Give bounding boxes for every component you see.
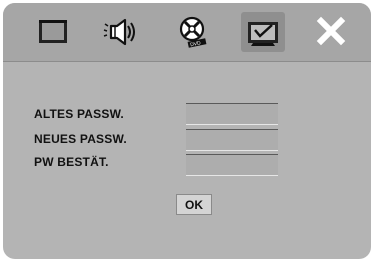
confirm-password-field[interactable] [186, 154, 278, 176]
display-icon [39, 20, 67, 43]
disc-icon: DVD [179, 16, 207, 48]
menu-bar: DVD [3, 3, 371, 62]
tab-close[interactable] [309, 12, 353, 52]
speaker-icon [103, 18, 135, 46]
tab-display[interactable] [31, 12, 75, 52]
tab-audio[interactable] [98, 12, 142, 52]
close-icon [316, 16, 346, 46]
ok-button[interactable]: OK [176, 194, 212, 215]
new-password-label: NEUES PASSW. [34, 132, 127, 146]
preferences-icon [248, 22, 278, 46]
password-dialog: DVD ALTES PASSW. NEUES PASSW. PW BESTÄT.… [3, 3, 371, 259]
old-password-field[interactable] [186, 103, 278, 125]
new-password-field[interactable] [186, 129, 278, 151]
confirm-password-label: PW BESTÄT. [34, 155, 109, 169]
tab-disc[interactable]: DVD [171, 12, 215, 52]
password-form: ALTES PASSW. NEUES PASSW. PW BESTÄT. OK [3, 62, 371, 259]
tab-preferences[interactable] [241, 12, 285, 52]
old-password-label: ALTES PASSW. [34, 107, 124, 121]
svg-text:DVD: DVD [190, 40, 202, 48]
